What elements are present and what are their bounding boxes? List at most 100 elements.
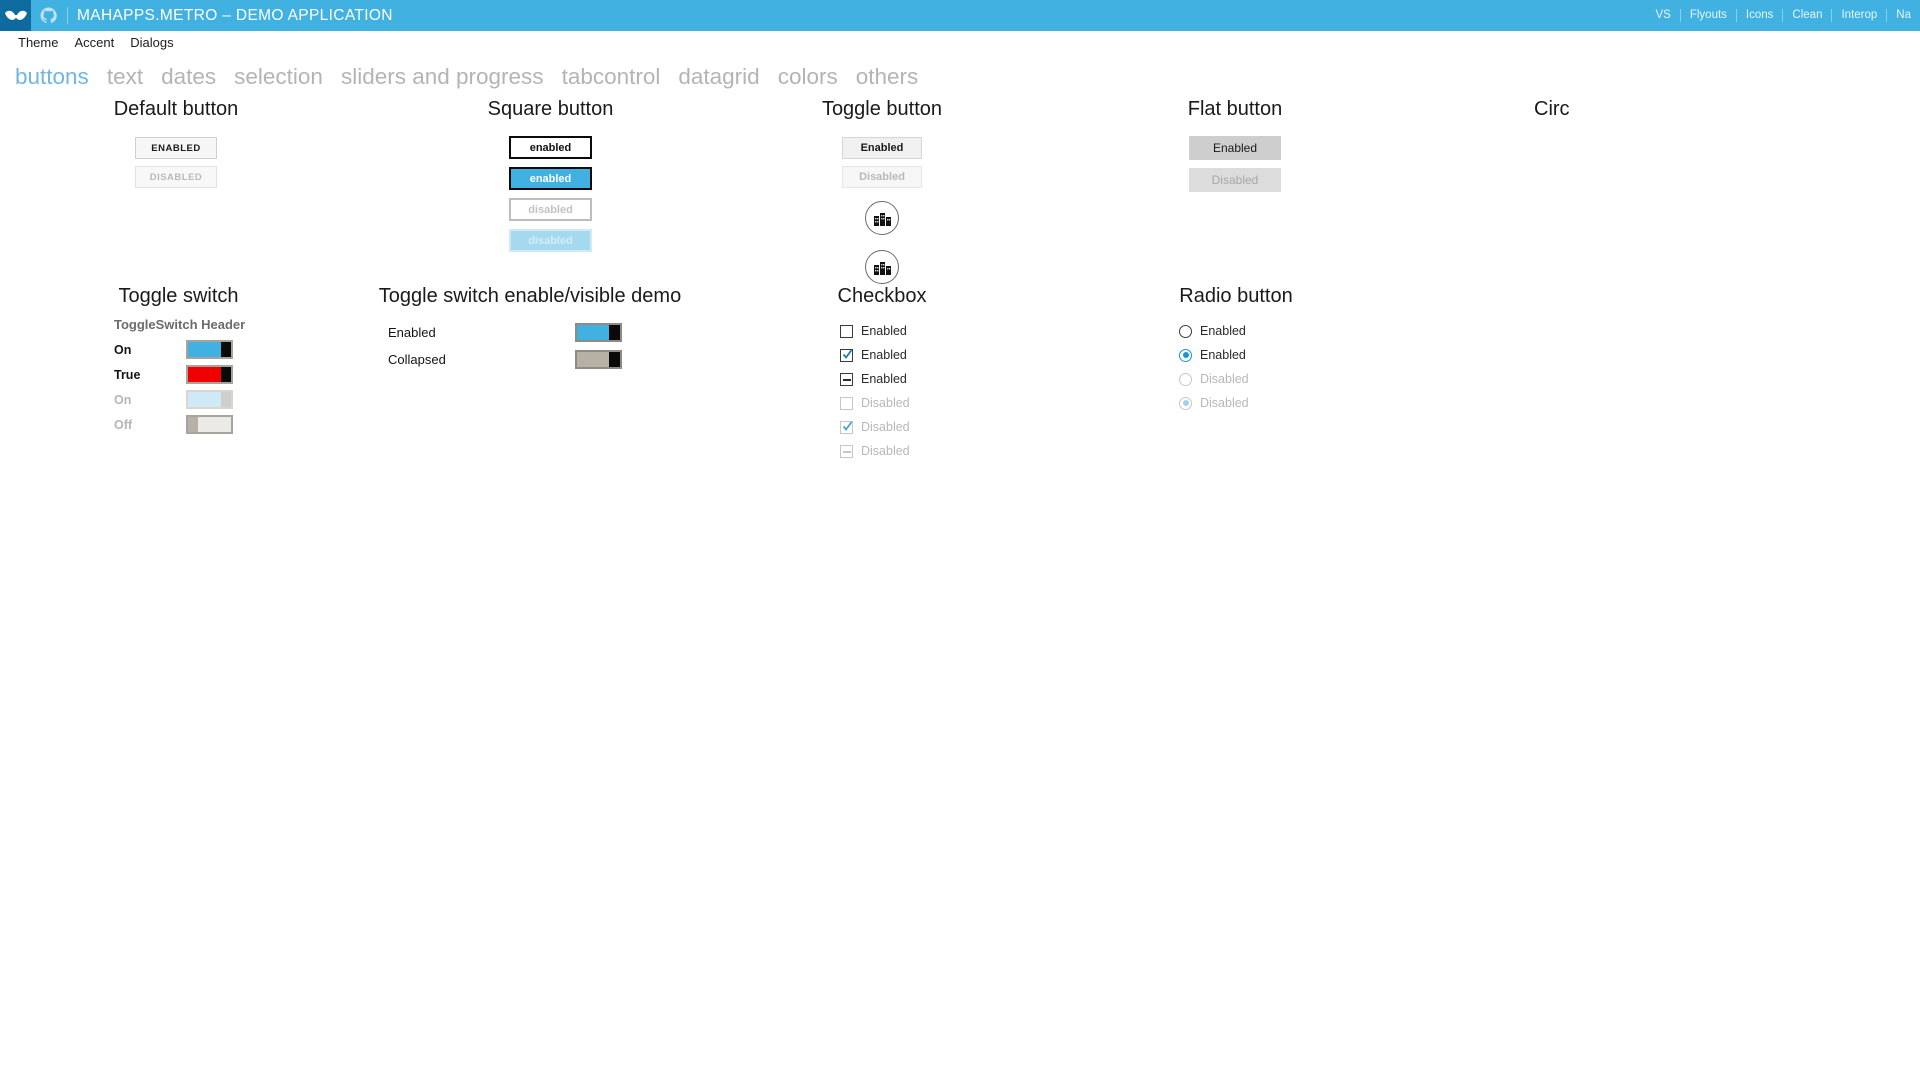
mustache-icon xyxy=(4,10,27,20)
buttons-tab-content: Default button ENABLED DISABLED Square b… xyxy=(0,92,1920,1080)
toggle-circle-second-button[interactable] xyxy=(865,250,899,284)
toggle-switch-off xyxy=(186,415,233,434)
square-disabled-button: disabled xyxy=(509,198,592,221)
radio-button-heading: Radio button xyxy=(1179,285,1293,307)
flat-enabled-button[interactable]: Enabled xyxy=(1189,136,1281,160)
checkmark-icon xyxy=(843,348,852,359)
flat-button-section: Flat button Enabled Disabled xyxy=(1154,98,1316,192)
toggle-switch-row: True xyxy=(114,365,261,384)
toggle-switch-heading: Toggle switch xyxy=(118,285,239,307)
toggle-switch-label-on: On xyxy=(114,342,132,357)
toggle-switch-subheading: ToggleSwitch Header xyxy=(114,317,246,332)
checkbox-heading: Checkbox xyxy=(837,285,927,307)
circle-button-heading: Circ xyxy=(1534,98,1570,120)
radio-selected-disabled-icon xyxy=(1179,396,1192,410)
toggle-enabled-button[interactable]: Enabled xyxy=(842,137,922,159)
toggle-switch-row: On xyxy=(114,340,261,359)
window-title: MAHAPPS.METRO – DEMO APPLICATION xyxy=(77,6,393,24)
title-bar: MAHAPPS.METRO – DEMO APPLICATION VS Flyo… xyxy=(0,0,1920,31)
checkbox-unchecked-icon[interactable] xyxy=(840,324,853,338)
city-buildings-icon xyxy=(873,212,891,226)
checkbox-item[interactable]: Enabled xyxy=(840,324,964,338)
menu-bar: Theme Accent Dialogs xyxy=(0,31,1920,53)
checkbox-item[interactable]: Enabled xyxy=(840,372,964,386)
demo-row: Collapsed xyxy=(340,350,720,369)
title-bar-links: VS Flyouts Icons Clean Interop Na xyxy=(1647,0,1920,31)
toggle-switch-demo-section: Toggle switch enable/visible demo Enable… xyxy=(340,285,720,369)
toggle-switch-true[interactable] xyxy=(186,365,233,384)
checkbox-unchecked-disabled-icon xyxy=(840,396,853,410)
title-link-flyouts[interactable]: Flyouts xyxy=(1681,0,1736,31)
tab-tabcontrol[interactable]: tabcontrol xyxy=(553,62,670,92)
radio-label: Disabled xyxy=(1200,372,1249,386)
square-button-heading: Square button xyxy=(487,98,614,120)
radio-label: Enabled xyxy=(1200,324,1246,338)
github-cat-icon xyxy=(40,7,57,24)
checkbox-label: Disabled xyxy=(861,420,910,434)
checkbox-item: Disabled xyxy=(840,396,964,410)
toggle-switch-label-off: Off xyxy=(114,417,133,432)
demo-switch-collapsed[interactable] xyxy=(575,350,622,369)
demo-switch-enabled[interactable] xyxy=(575,323,622,342)
toggle-circle-enabled-button[interactable] xyxy=(865,201,899,235)
checkbox-item[interactable]: Enabled xyxy=(840,348,964,362)
radio-item[interactable]: Enabled xyxy=(1179,348,1318,362)
radio-selected-icon[interactable] xyxy=(1179,348,1192,362)
toggle-switch-on[interactable] xyxy=(186,340,233,359)
app-logo xyxy=(0,0,31,31)
demo-label-collapsed: Collapsed xyxy=(388,352,446,367)
tab-strip: buttons text dates selection sliders and… xyxy=(0,58,1920,92)
tab-buttons[interactable]: buttons xyxy=(6,62,98,92)
checkbox-label: Disabled xyxy=(861,396,910,410)
checkbox-checked-icon[interactable] xyxy=(840,348,853,362)
checkmark-icon xyxy=(843,420,852,431)
default-disabled-button: DISABLED xyxy=(135,166,217,188)
toggle-switch-label-true: True xyxy=(114,367,141,382)
toggle-button-heading: Toggle button xyxy=(821,98,943,120)
square-accent-disabled-button: disabled xyxy=(509,229,592,252)
toggle-switch-section: Toggle switch ToggleSwitch Header On Tru… xyxy=(96,285,261,434)
checkbox-indeterminate-icon[interactable] xyxy=(840,372,853,386)
checkbox-label: Enabled xyxy=(861,324,907,338)
checkbox-item: Disabled xyxy=(840,444,964,458)
toggle-switch-on-disabled xyxy=(186,390,233,409)
checkbox-section: Checkbox Enabled Enabled Enabled Disable… xyxy=(800,285,964,458)
menu-item-theme[interactable]: Theme xyxy=(10,33,66,52)
checkbox-indeterminate-disabled-icon xyxy=(840,444,853,458)
tab-datagrid[interactable]: datagrid xyxy=(669,62,768,92)
title-link-interop[interactable]: Interop xyxy=(1832,0,1886,31)
tab-dates[interactable]: dates xyxy=(152,62,225,92)
title-divider xyxy=(67,7,68,24)
radio-item: Disabled xyxy=(1179,372,1318,386)
tab-others[interactable]: others xyxy=(847,62,928,92)
github-icon[interactable] xyxy=(31,0,65,31)
title-link-na[interactable]: Na xyxy=(1887,0,1920,31)
title-link-clean[interactable]: Clean xyxy=(1783,0,1831,31)
toggle-button-section: Toggle button Enabled Disabled xyxy=(800,98,964,284)
radio-item[interactable]: Enabled xyxy=(1179,324,1318,338)
title-link-vs[interactable]: VS xyxy=(1647,0,1680,31)
menu-item-accent[interactable]: Accent xyxy=(66,33,122,52)
tab-sliders-and-progress[interactable]: sliders and progress xyxy=(332,62,553,92)
toggle-switch-row: Off xyxy=(114,415,261,434)
tab-colors[interactable]: colors xyxy=(769,62,847,92)
demo-row: Enabled xyxy=(340,323,720,342)
tab-text[interactable]: text xyxy=(98,62,152,92)
demo-label-enabled: Enabled xyxy=(388,325,436,340)
square-enabled-button[interactable]: enabled xyxy=(509,136,592,159)
radio-item: Disabled xyxy=(1179,396,1318,410)
radio-label: Enabled xyxy=(1200,348,1246,362)
menu-item-dialogs[interactable]: Dialogs xyxy=(122,33,181,52)
default-button-section: Default button ENABLED DISABLED xyxy=(96,98,256,188)
title-link-icons[interactable]: Icons xyxy=(1737,0,1783,31)
checkbox-checked-disabled-icon xyxy=(840,420,853,434)
radio-unselected-icon[interactable] xyxy=(1179,324,1192,338)
radio-button-section: Radio button Enabled Enabled Disabled Di… xyxy=(1154,285,1318,410)
checkbox-label: Disabled xyxy=(861,444,910,458)
tab-selection[interactable]: selection xyxy=(225,62,332,92)
toggle-disabled-button: Disabled xyxy=(842,166,922,188)
square-button-section: Square button enabled enabled disabled d… xyxy=(448,98,653,252)
default-enabled-button[interactable]: ENABLED xyxy=(135,137,217,159)
toggle-switch-demo-heading: Toggle switch enable/visible demo xyxy=(378,285,682,307)
square-accent-enabled-button[interactable]: enabled xyxy=(509,167,592,190)
